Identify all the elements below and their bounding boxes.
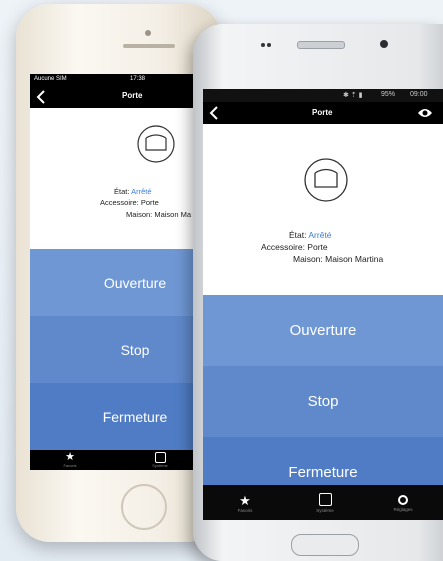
eye-icon[interactable] xyxy=(417,107,433,119)
iphone-device: Aucune SIM 17:38 Porte État: Arrêté Acce… xyxy=(16,4,230,542)
android-tab-bar: ★ Favoris Système Réglages xyxy=(203,485,443,520)
stop-button[interactable]: Stop xyxy=(203,366,443,437)
etat-value: Arrêté xyxy=(308,230,332,240)
battery-text: 95% xyxy=(381,91,396,98)
page-title: Porte xyxy=(122,91,143,100)
etat-value: Arrêté xyxy=(131,187,152,196)
accessoire-line: Accessoire: Porte xyxy=(261,242,328,252)
fermeture-label: Fermeture xyxy=(288,464,358,481)
star-icon: ★ xyxy=(65,451,75,463)
tab-label: Favoris xyxy=(63,463,77,468)
speaker-grille xyxy=(297,41,345,49)
gate-icon xyxy=(303,157,349,203)
back-icon[interactable] xyxy=(209,106,221,120)
sensor-dots xyxy=(261,43,273,47)
android-nav-bar: Porte xyxy=(203,102,443,124)
clock-text: 09:00 xyxy=(410,91,428,98)
tab-favoris[interactable]: ★ Favoris xyxy=(225,489,265,517)
gate-icon xyxy=(136,124,176,164)
iphone-earpiece xyxy=(123,44,175,48)
carrier-text: Aucune SIM xyxy=(34,76,67,82)
fermeture-label: Fermeture xyxy=(102,408,168,425)
tab-label: Système xyxy=(152,463,168,468)
status-line: État: Arrêté xyxy=(114,187,152,196)
android-status-bar: ✱ ⇡ ▮ 95% 09:00 xyxy=(203,89,443,102)
house-icon xyxy=(154,452,166,463)
android-screen: ✱ ⇡ ▮ 95% 09:00 Porte État: Arrêté Acces… xyxy=(203,89,443,520)
tab-label: Système xyxy=(316,508,334,513)
front-camera xyxy=(380,40,388,48)
page-title: Porte xyxy=(312,108,333,117)
accessoire-line: Accessoire: Porte xyxy=(100,198,159,207)
iphone-home-button[interactable] xyxy=(121,484,167,530)
status-line: État: Arrêté xyxy=(289,230,332,240)
star-icon: ★ xyxy=(239,492,251,508)
tab-reglages[interactable]: Réglages xyxy=(383,489,423,517)
ouverture-button[interactable]: Ouverture xyxy=(203,295,443,366)
maison-line: Maison: Maison Ma xyxy=(126,210,192,219)
house-icon xyxy=(318,493,332,506)
tab-label: Favoris xyxy=(237,507,253,513)
gear-icon xyxy=(398,494,408,505)
etat-label: État: xyxy=(289,230,307,240)
ouverture-label: Ouverture xyxy=(289,322,357,339)
iphone-camera xyxy=(145,30,151,36)
back-icon[interactable] xyxy=(36,90,48,104)
android-home-button[interactable] xyxy=(291,534,359,556)
clock-text: 17:38 xyxy=(130,76,146,82)
tab-favoris[interactable]: ★ Favoris xyxy=(50,450,90,470)
maison-line: Maison: Maison Martina xyxy=(293,254,384,264)
status-icons: ✱ ⇡ ▮ xyxy=(343,92,363,99)
tab-label: Réglages xyxy=(393,506,413,512)
stop-label: Stop xyxy=(120,341,150,358)
etat-label: État: xyxy=(114,187,130,196)
tab-systeme[interactable]: Système xyxy=(305,489,345,517)
android-device: ✱ ⇡ ▮ 95% 09:00 Porte État: Arrêté Acces… xyxy=(193,24,443,561)
ouverture-label: Ouverture xyxy=(103,274,167,291)
tab-systeme[interactable]: Système xyxy=(140,450,180,470)
stop-label: Stop xyxy=(307,393,339,410)
